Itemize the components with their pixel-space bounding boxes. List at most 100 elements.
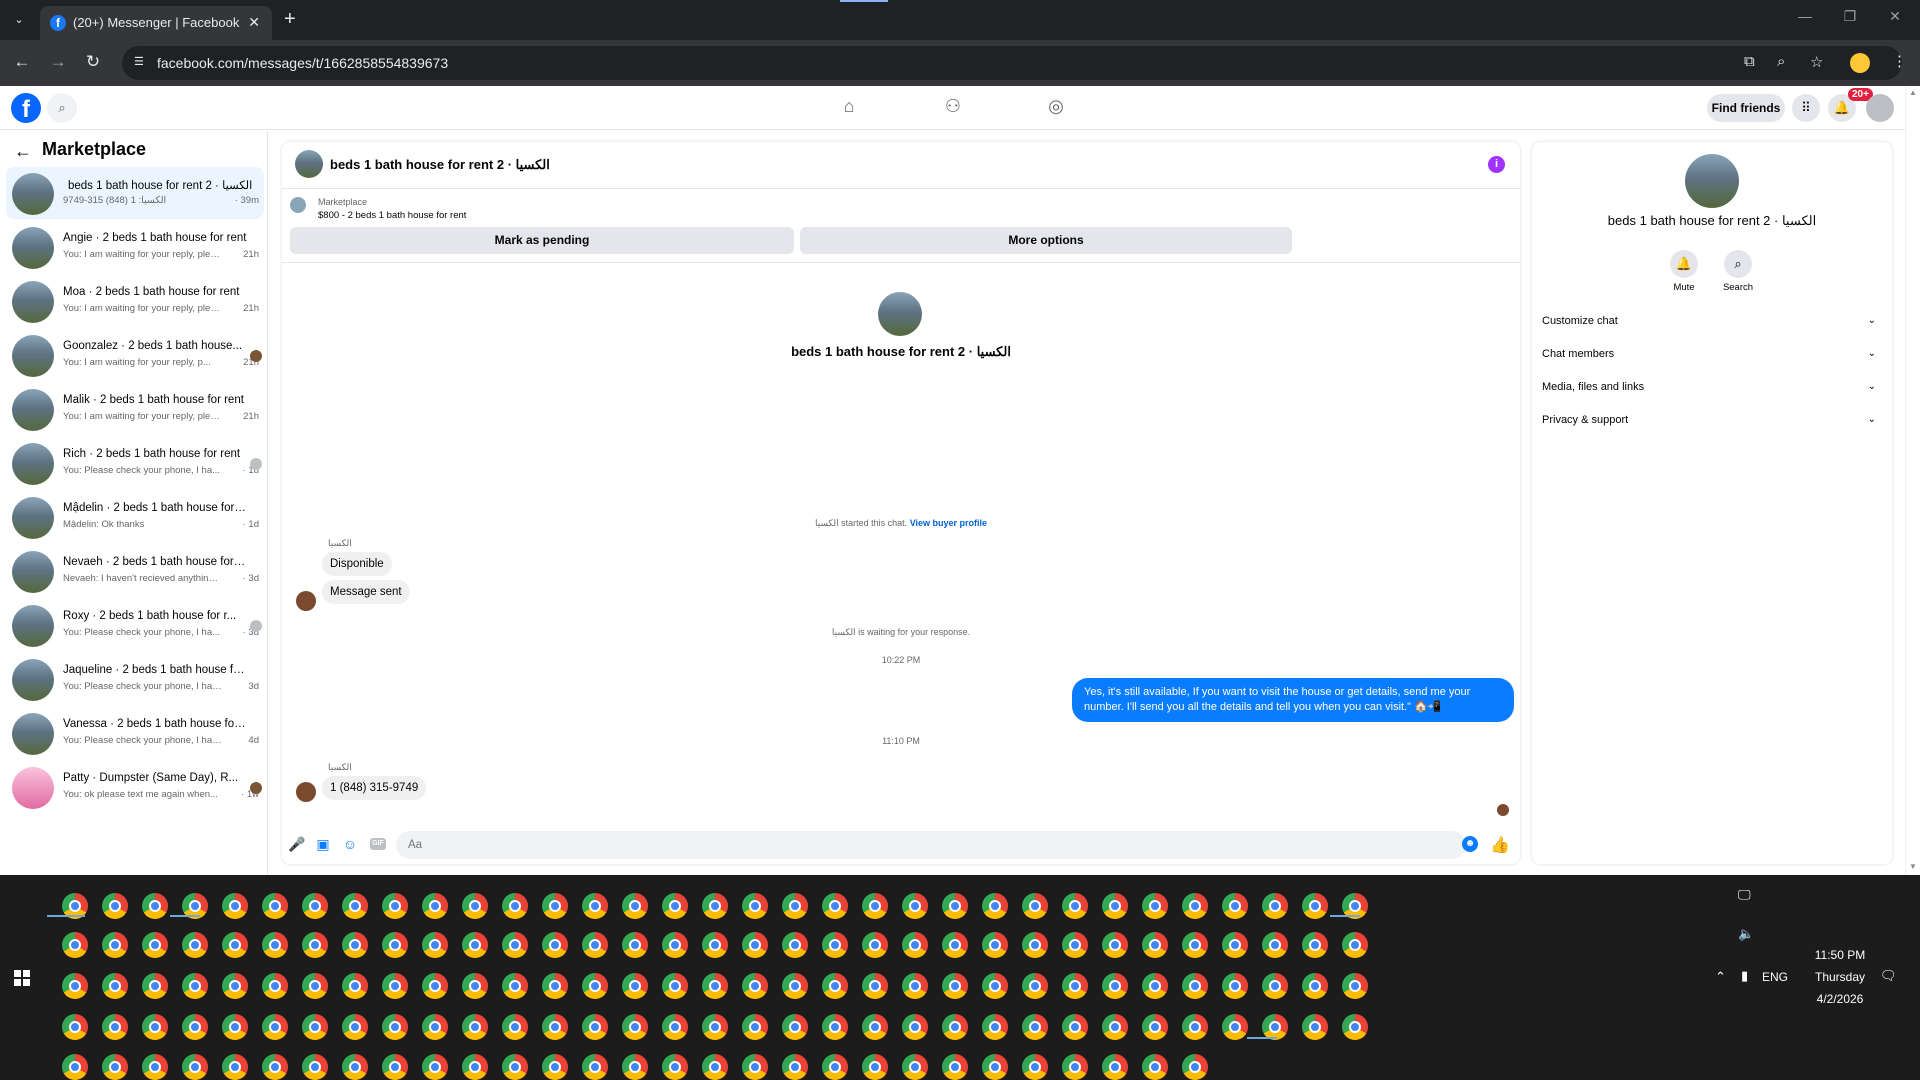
- taskbar-app-icon[interactable]: [1062, 1014, 1088, 1040]
- conversation-item[interactable]: Goonzalez · 2 beds 1 bath house... You: I…: [6, 329, 264, 381]
- taskbar-app-icon[interactable]: [902, 893, 928, 919]
- taskbar-app-icon[interactable]: [1062, 973, 1088, 999]
- taskbar-app-icon[interactable]: [622, 932, 648, 958]
- scroll-up-icon[interactable]: ▲: [1909, 88, 1917, 97]
- taskbar-app-icon[interactable]: [1142, 973, 1168, 999]
- taskbar-app-icon[interactable]: [422, 1054, 448, 1080]
- taskbar-app-icon[interactable]: [982, 973, 1008, 999]
- taskbar-app-icon[interactable]: [662, 973, 688, 999]
- conversation-item[interactable]: Jaqueline · 2 beds 1 bath house for... Yo…: [6, 653, 264, 705]
- taskbar-app-icon[interactable]: [462, 1014, 488, 1040]
- url-text[interactable]: facebook.com/messages/t/1662858554839673: [157, 55, 448, 71]
- taskbar-app-icon[interactable]: [142, 1054, 168, 1080]
- close-window-icon[interactable]: ✕: [1880, 8, 1910, 25]
- listing-title[interactable]: $800 - 2 beds 1 bath house for rent: [318, 210, 466, 221]
- battery-icon[interactable]: ▮: [1741, 968, 1748, 984]
- taskbar-app-icon[interactable]: [1062, 932, 1088, 958]
- taskbar-app-icon[interactable]: [982, 932, 1008, 958]
- taskbar-app-icon[interactable]: [662, 1014, 688, 1040]
- taskbar-app-icon[interactable]: [782, 1014, 808, 1040]
- taskbar-app-icon[interactable]: [502, 932, 528, 958]
- taskbar-app-icon[interactable]: [342, 1014, 368, 1040]
- taskbar-app-icon[interactable]: [1182, 1054, 1208, 1080]
- minimize-icon[interactable]: —: [1790, 8, 1820, 24]
- profile-avatar[interactable]: [1685, 154, 1739, 208]
- taskbar-app-icon[interactable]: [702, 973, 728, 999]
- taskbar-app-icon[interactable]: [422, 932, 448, 958]
- volume-icon[interactable]: 🔈: [1738, 926, 1754, 942]
- more-options-button[interactable]: More options: [800, 227, 1292, 254]
- reload-icon[interactable]: ↻: [82, 52, 104, 72]
- taskbar-app-icon[interactable]: [342, 893, 368, 919]
- mark-as-pending-button[interactable]: Mark as pending: [290, 227, 794, 254]
- taskbar-app-icon[interactable]: [302, 973, 328, 999]
- taskbar-app-icon[interactable]: [542, 1014, 568, 1040]
- back-icon[interactable]: ←: [11, 52, 33, 72]
- taskbar-app-icon[interactable]: [302, 932, 328, 958]
- info-icon[interactable]: i: [1488, 156, 1505, 173]
- taskbar-app-icon[interactable]: [62, 932, 88, 958]
- taskbar-app-icon[interactable]: [1062, 893, 1088, 919]
- taskbar-app-icon[interactable]: [702, 932, 728, 958]
- taskbar-app-icon[interactable]: [982, 1014, 1008, 1040]
- conversation-item[interactable]: beds 1 bath house for rent 2 · الكسيا 974…: [6, 167, 264, 219]
- taskbar-app-icon[interactable]: [262, 973, 288, 999]
- taskbar-app-icon[interactable]: [262, 932, 288, 958]
- chat-avatar[interactable]: [295, 150, 323, 178]
- account-avatar[interactable]: [1866, 94, 1894, 122]
- conversation-item[interactable]: Patty · Dumpster (Same Day), R... You: ok…: [6, 761, 264, 813]
- taskbar-app-icon[interactable]: [1142, 893, 1168, 919]
- conversation-item[interactable]: Nevaeh · 2 beds 1 bath house for r... Nev…: [6, 545, 264, 597]
- new-tab-icon[interactable]: +: [284, 8, 296, 30]
- friends-icon[interactable]: ⚇: [938, 96, 968, 120]
- windows-start-icon[interactable]: [14, 970, 30, 986]
- taskbar-app-icon[interactable]: [862, 893, 888, 919]
- taskbar-app-icon[interactable]: [902, 973, 928, 999]
- taskbar-app-icon[interactable]: [1222, 973, 1248, 999]
- taskbar-app-icon[interactable]: [622, 973, 648, 999]
- taskbar-app-icon[interactable]: [782, 932, 808, 958]
- conversation-item[interactable]: Mậdelin · 2 beds 1 bath house for r... Mậ…: [6, 491, 264, 543]
- taskbar-app-icon[interactable]: [102, 1054, 128, 1080]
- taskbar-app-icon[interactable]: [222, 893, 248, 919]
- thumbs-up-icon[interactable]: 👍: [1490, 835, 1510, 855]
- taskbar-app-icon[interactable]: [502, 1014, 528, 1040]
- taskbar-app-icon[interactable]: [102, 973, 128, 999]
- taskbar-app-icon[interactable]: [822, 932, 848, 958]
- find-friends-button[interactable]: Find friends: [1707, 94, 1785, 122]
- taskbar-app-icon[interactable]: [222, 973, 248, 999]
- taskbar-app-icon[interactable]: [742, 932, 768, 958]
- taskbar-app-icon[interactable]: [1142, 1014, 1168, 1040]
- taskbar-app-icon[interactable]: [582, 893, 608, 919]
- message-bubble[interactable]: Message sent: [322, 580, 410, 604]
- taskbar-app-icon[interactable]: [142, 893, 168, 919]
- taskbar-app-icon[interactable]: [1262, 893, 1288, 919]
- taskbar-app-icon[interactable]: [382, 893, 408, 919]
- taskbar-app-icon[interactable]: [1262, 932, 1288, 958]
- view-buyer-profile-link[interactable]: View buyer profile: [910, 518, 987, 528]
- message-bubble[interactable]: Disponible: [322, 552, 392, 576]
- taskbar-app-icon[interactable]: [1302, 973, 1328, 999]
- taskbar-app-icon[interactable]: [742, 1014, 768, 1040]
- taskbar-app-icon[interactable]: [1182, 973, 1208, 999]
- taskbar-app-icon[interactable]: [582, 1014, 608, 1040]
- clock-date[interactable]: 4/2/2026: [1800, 992, 1880, 1006]
- taskbar-app-icon[interactable]: [1182, 893, 1208, 919]
- taskbar-app-icon[interactable]: [862, 973, 888, 999]
- taskbar-app-icon[interactable]: [582, 932, 608, 958]
- taskbar-app-icon[interactable]: [822, 1014, 848, 1040]
- taskbar-app-icon[interactable]: [1342, 1014, 1368, 1040]
- taskbar-app-icon[interactable]: [422, 973, 448, 999]
- taskbar-app-icon[interactable]: [1102, 932, 1128, 958]
- taskbar-app-icon[interactable]: [1022, 893, 1048, 919]
- media-files-section[interactable]: Media, files and links ⌄: [1542, 376, 1882, 398]
- taskbar-app-icon[interactable]: [1062, 1054, 1088, 1080]
- taskbar-app-icon[interactable]: [582, 973, 608, 999]
- language-indicator[interactable]: ENG: [1762, 970, 1788, 984]
- taskbar-app-icon[interactable]: [302, 893, 328, 919]
- taskbar-app-icon[interactable]: [1022, 1054, 1048, 1080]
- taskbar-app-icon[interactable]: [1302, 1014, 1328, 1040]
- taskbar-app-icon[interactable]: [62, 1014, 88, 1040]
- taskbar-app-icon[interactable]: [742, 1054, 768, 1080]
- taskbar-app-icon[interactable]: [782, 1054, 808, 1080]
